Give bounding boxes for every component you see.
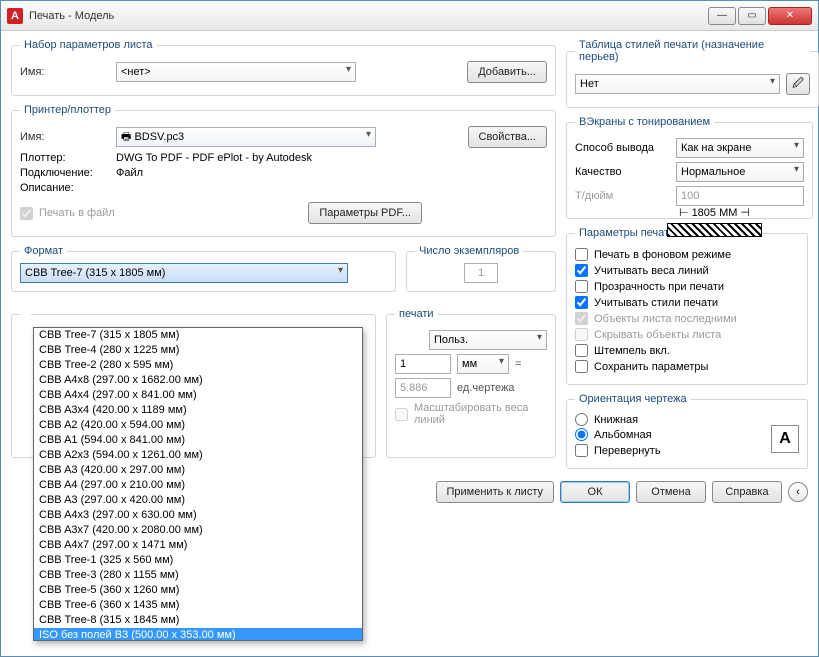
portrait-radio[interactable] bbox=[575, 413, 588, 426]
format-option[interactable]: CBB A4 (297.00 x 210.00 мм) bbox=[34, 478, 362, 493]
save-changes-checkbox[interactable] bbox=[575, 360, 588, 373]
window-title: Печать - Модель bbox=[29, 10, 708, 22]
page-setup-name-select[interactable]: <нет> bbox=[116, 62, 356, 82]
format-option[interactable]: CBB A1 (594.00 x 841.00 мм) bbox=[34, 433, 362, 448]
plot-styles-checkbox[interactable] bbox=[575, 296, 588, 309]
background-plot-checkbox[interactable] bbox=[575, 248, 588, 261]
printer-group: Принтер/плоттер Имя: 🖶 BDSV.pc3 Свойства… bbox=[11, 104, 556, 237]
scale-lineweights-label: Масштабировать веса линий bbox=[414, 402, 547, 426]
shade-method-label: Способ вывода bbox=[575, 142, 670, 154]
orientation-legend: Ориентация чертежа bbox=[575, 393, 691, 405]
plot-dialog: A Печать - Модель — ▭ ✕ Набор параметров… bbox=[0, 0, 819, 657]
format-group: Формат CBB Tree-7 (315 x 1805 мм) bbox=[11, 245, 396, 292]
format-option[interactable]: CBB A3x4 (420.00 x 1189 мм) bbox=[34, 403, 362, 418]
connection-value: Файл bbox=[116, 167, 143, 179]
minimize-button[interactable]: — bbox=[708, 7, 736, 25]
plot-params-legend: Параметры печати bbox=[575, 227, 679, 239]
paper-preview: ⊢1805 MM⊣ bbox=[667, 206, 762, 271]
shade-quality-label: Качество bbox=[575, 166, 670, 178]
page-setup-group: Набор параметров листа Имя: <нет> Добави… bbox=[11, 39, 556, 96]
plot-scale-legend: печати bbox=[395, 308, 438, 320]
format-option[interactable]: CBB Tree-8 (315 x 1845 мм) bbox=[34, 613, 362, 628]
dpi-label: Т/дюйм bbox=[575, 190, 670, 202]
shade-quality-select[interactable]: Нормальное bbox=[676, 162, 804, 182]
scale-unit-select[interactable]: мм bbox=[457, 354, 509, 374]
preview-width: 1805 MM bbox=[692, 207, 738, 219]
stamp-checkbox[interactable] bbox=[575, 344, 588, 357]
help-button[interactable]: Справка bbox=[712, 481, 782, 503]
format-option[interactable]: CBB A4x8 (297.00 x 1682.00 мм) bbox=[34, 373, 362, 388]
apply-to-layout-button[interactable]: Применить к листу bbox=[436, 481, 555, 503]
format-option[interactable]: CBB Tree-6 (360 x 1435 мм) bbox=[34, 598, 362, 613]
orientation-preview-icon: A bbox=[771, 425, 799, 453]
format-option[interactable]: CBB Tree-1 (325 x 560 мм) bbox=[34, 553, 362, 568]
format-option[interactable]: CBB A4x4 (297.00 x 841.00 мм) bbox=[34, 388, 362, 403]
plotter-value: DWG To PDF - PDF ePlot - by Autodesk bbox=[116, 152, 312, 164]
landscape-radio[interactable] bbox=[575, 428, 588, 441]
scale-denominator-input[interactable] bbox=[395, 378, 451, 398]
titlebar[interactable]: A Печать - Модель — ▭ ✕ bbox=[1, 1, 818, 31]
cancel-button[interactable]: Отмена bbox=[636, 481, 706, 503]
format-option[interactable]: ISO без полей B3 (500.00 x 353.00 мм) bbox=[34, 628, 362, 641]
equals-label: = bbox=[515, 358, 521, 370]
printer-properties-button[interactable]: Свойства... bbox=[468, 126, 547, 148]
plot-to-file-label: Печать в файл bbox=[39, 207, 115, 219]
dpi-input bbox=[676, 186, 804, 206]
format-option[interactable]: CBB A4x7 (297.00 x 1471 мм) bbox=[34, 538, 362, 553]
maximize-button[interactable]: ▭ bbox=[738, 7, 766, 25]
lineweights-checkbox[interactable] bbox=[575, 264, 588, 277]
format-legend: Формат bbox=[20, 245, 67, 257]
plotter-label: Плоттер: bbox=[20, 152, 110, 164]
add-page-setup-button[interactable]: Добавить... bbox=[467, 61, 547, 83]
close-button[interactable]: ✕ bbox=[768, 7, 812, 25]
plot-style-edit-button[interactable]: 🖉 bbox=[786, 73, 810, 95]
plot-style-table-select[interactable]: Нет bbox=[575, 74, 780, 94]
format-option[interactable]: CBB A2 (420.00 x 594.00 мм) bbox=[34, 418, 362, 433]
orientation-group: Ориентация чертежа Книжная Альбомная Пер… bbox=[566, 393, 808, 469]
page-setup-legend: Набор параметров листа bbox=[20, 39, 157, 51]
description-label: Описание: bbox=[20, 182, 110, 194]
printer-name-label: Имя: bbox=[20, 131, 110, 143]
ok-button[interactable]: ОК bbox=[560, 481, 630, 503]
copies-input[interactable] bbox=[464, 263, 498, 283]
plot-scale-group: печати Польз. мм = ед.чертежа bbox=[386, 308, 556, 458]
drawing-units-label: ед.чертежа bbox=[457, 382, 514, 394]
format-option[interactable]: CBB A3 (420.00 x 297.00 мм) bbox=[34, 463, 362, 478]
format-option[interactable]: CBB Tree-2 (280 x 595 мм) bbox=[34, 358, 362, 373]
pdf-params-button[interactable]: Параметры PDF... bbox=[308, 202, 422, 224]
pencil-icon: 🖉 bbox=[792, 75, 804, 94]
format-option[interactable]: CBB A2x3 (594.00 x 1261.00 мм) bbox=[34, 448, 362, 463]
plot-styles-group: Таблица стилей печати (назначение перьев… bbox=[566, 39, 819, 108]
copies-legend: Число экземпляров bbox=[415, 245, 523, 257]
hide-paperspace-checkbox bbox=[575, 328, 588, 341]
upside-down-checkbox[interactable] bbox=[575, 444, 588, 457]
format-option[interactable]: CBB Tree-4 (280 x 1225 мм) bbox=[34, 343, 362, 358]
page-setup-name-label: Имя: bbox=[20, 66, 110, 78]
plot-styles-legend: Таблица стилей печати (назначение перьев… bbox=[575, 39, 810, 63]
format-option[interactable]: CBB A3 (297.00 x 420.00 мм) bbox=[34, 493, 362, 508]
paperspace-last-checkbox bbox=[575, 312, 588, 325]
printer-legend: Принтер/плоттер bbox=[20, 104, 115, 116]
scale-numerator-input[interactable] bbox=[395, 354, 451, 374]
scale-select[interactable]: Польз. bbox=[429, 330, 547, 350]
format-dropdown-list[interactable]: CBB Tree-7 (315 x 1805 мм)CBB Tree-4 (28… bbox=[33, 327, 363, 641]
copies-group: Число экземпляров bbox=[406, 245, 556, 292]
format-option[interactable]: CBB A4x3 (297.00 x 630.00 мм) bbox=[34, 508, 362, 523]
shade-viewport-group: ВЭкраны с тонированием Способ вывода Как … bbox=[566, 116, 813, 219]
printer-name-select[interactable]: 🖶 BDSV.pc3 bbox=[116, 127, 376, 147]
collapse-options-button[interactable]: ‹ bbox=[788, 482, 808, 502]
plot-to-file-checkbox bbox=[20, 207, 33, 220]
format-option[interactable]: CBB Tree-7 (315 x 1805 мм) bbox=[34, 328, 362, 343]
scale-lineweights-checkbox bbox=[395, 408, 408, 421]
autocad-icon: A bbox=[7, 8, 23, 24]
transparency-checkbox[interactable] bbox=[575, 280, 588, 293]
connection-label: Подключение: bbox=[20, 167, 110, 179]
shade-legend: ВЭкраны с тонированием bbox=[575, 116, 714, 128]
format-option[interactable]: CBB A3x7 (420.00 x 2080.00 мм) bbox=[34, 523, 362, 538]
format-option[interactable]: CBB Tree-3 (280 x 1155 мм) bbox=[34, 568, 362, 583]
format-option[interactable]: CBB Tree-5 (360 x 1260 мм) bbox=[34, 583, 362, 598]
paper-format-select[interactable]: CBB Tree-7 (315 x 1805 мм) bbox=[20, 263, 348, 283]
shade-method-select[interactable]: Как на экране bbox=[676, 138, 804, 158]
